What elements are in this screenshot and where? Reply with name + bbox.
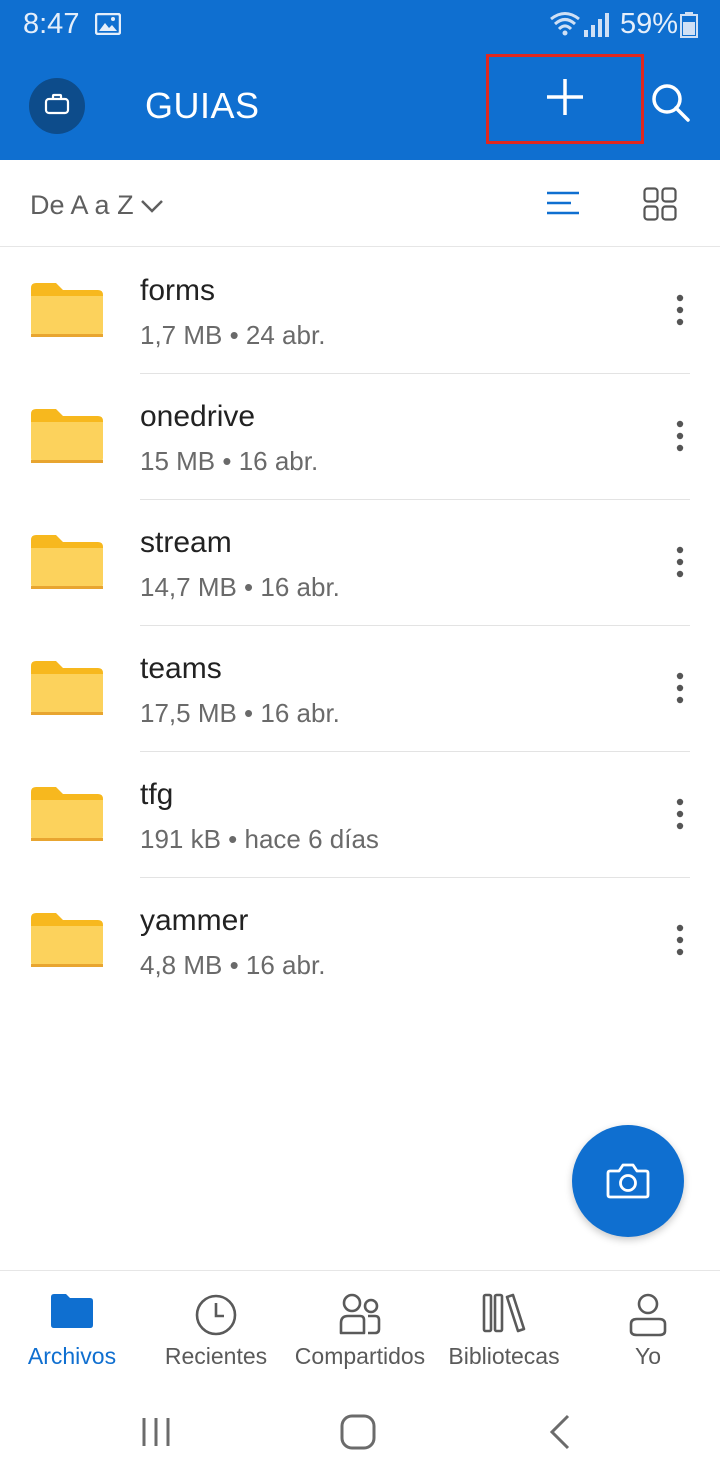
person-icon <box>628 1293 668 1342</box>
library-icon <box>482 1293 526 1338</box>
back-icon <box>549 1414 570 1450</box>
nav-bibliotecas[interactable]: Bibliotecas <box>432 1271 576 1391</box>
file-meta: 15 MB • 16 abr. <box>140 446 319 476</box>
file-name: forms <box>140 274 215 307</box>
more-vertical-icon <box>676 798 684 830</box>
add-button[interactable] <box>486 54 644 144</box>
file-meta: 191 kB • hace 6 días <box>140 824 379 854</box>
list-item[interactable]: yammer 4,8 MB • 16 abr. <box>0 878 720 1004</box>
chevron-down-icon[interactable] <box>140 198 164 219</box>
signal-icon <box>583 12 611 43</box>
search-button[interactable] <box>650 82 692 129</box>
folder-title: GUIAS <box>145 85 260 126</box>
camera-icon <box>606 1163 650 1199</box>
list-item[interactable]: teams 17,5 MB • 16 abr. <box>0 626 720 752</box>
home-button[interactable] <box>340 1414 376 1455</box>
nav-recientes[interactable]: Recientes <box>144 1271 288 1391</box>
sort-dropdown[interactable]: De A a Z <box>30 190 134 221</box>
nav-label: Yo <box>634 1343 662 1369</box>
people-icon <box>338 1293 382 1342</box>
file-name: teams <box>140 652 222 685</box>
camera-scan-button[interactable] <box>572 1125 684 1237</box>
nav-label: Bibliotecas <box>448 1343 560 1369</box>
onedrive-screen: 8:47 59% GUIAS De A a Z forms 1,7 MB • 2… <box>0 0 720 1480</box>
nav-yo[interactable]: Yo <box>576 1271 720 1391</box>
file-name: yammer <box>140 904 249 937</box>
more-vertical-icon <box>676 546 684 578</box>
nav-archivos[interactable]: Archivos <box>0 1271 144 1391</box>
list-view-icon <box>547 191 579 215</box>
folder-icon <box>30 660 104 721</box>
briefcase-icon <box>44 93 70 120</box>
back-button[interactable] <box>548 1414 572 1455</box>
more-options-button[interactable] <box>660 666 700 710</box>
file-name: onedrive <box>140 400 256 433</box>
battery-icon <box>680 12 698 43</box>
folder-icon <box>30 282 104 343</box>
recent-apps-button[interactable] <box>140 1416 172 1453</box>
folder-icon <box>30 534 104 595</box>
more-options-button[interactable] <box>660 792 700 836</box>
sort-bar: De A a Z <box>0 160 720 247</box>
plus-icon <box>545 77 585 122</box>
file-name: stream <box>140 526 232 559</box>
status-time: 8:47 <box>23 8 80 40</box>
wifi-icon <box>549 10 581 41</box>
folder-icon <box>30 408 104 469</box>
list-item[interactable]: tfg 191 kB • hace 6 días <box>0 752 720 878</box>
file-name: tfg <box>140 778 174 811</box>
more-vertical-icon <box>676 924 684 956</box>
file-meta: 4,8 MB • 16 abr. <box>140 950 326 980</box>
more-options-button[interactable] <box>660 918 700 962</box>
status-bar: 8:47 59% <box>0 0 720 52</box>
more-vertical-icon <box>676 294 684 326</box>
more-options-button[interactable] <box>660 540 700 584</box>
more-vertical-icon <box>676 672 684 704</box>
home-icon <box>340 1414 376 1450</box>
file-meta: 1,7 MB • 24 abr. <box>140 320 326 350</box>
recent-apps-icon <box>142 1418 170 1446</box>
grid-view-button[interactable] <box>643 187 677 226</box>
bottom-navigation: Archivos Recientes Compartidos Bibliotec… <box>0 1270 720 1390</box>
account-switcher-button[interactable] <box>29 78 85 134</box>
list-item[interactable]: onedrive 15 MB • 16 abr. <box>0 374 720 500</box>
nav-label: Archivos <box>27 1343 117 1369</box>
list-item[interactable]: forms 1,7 MB • 24 abr. <box>0 248 720 374</box>
folder-icon <box>50 1293 94 1334</box>
file-list: forms 1,7 MB • 24 abr. onedrive 15 MB • … <box>0 248 720 1004</box>
nav-label: Compartidos <box>294 1343 426 1369</box>
list-item[interactable]: stream 14,7 MB • 16 abr. <box>0 500 720 626</box>
more-options-button[interactable] <box>660 288 700 332</box>
search-icon <box>652 84 690 122</box>
nav-label: Recientes <box>164 1343 268 1369</box>
file-meta: 14,7 MB • 16 abr. <box>140 572 340 602</box>
system-navigation-bar <box>0 1390 720 1480</box>
folder-icon <box>30 786 104 847</box>
more-vertical-icon <box>676 420 684 452</box>
battery-level: 59% <box>620 8 679 40</box>
nav-compartidos[interactable]: Compartidos <box>288 1271 432 1391</box>
gallery-icon <box>94 12 122 40</box>
file-meta: 17,5 MB • 16 abr. <box>140 698 340 728</box>
app-bar: GUIAS <box>0 52 720 160</box>
list-view-button[interactable] <box>545 190 581 221</box>
clock-icon <box>194 1293 238 1342</box>
grid-view-icon <box>643 187 677 221</box>
folder-icon <box>30 912 104 973</box>
more-options-button[interactable] <box>660 414 700 458</box>
